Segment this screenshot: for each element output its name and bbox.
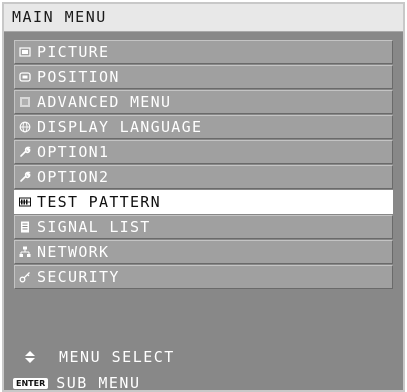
position-icon bbox=[19, 71, 31, 83]
globe-icon bbox=[19, 121, 31, 133]
sub-menu-hint: ENTER SUB MENU bbox=[13, 374, 141, 392]
advanced-menu-icon bbox=[19, 96, 31, 108]
menu-item-label: POSITION bbox=[37, 68, 120, 86]
sub-menu-label: SUB MENU bbox=[56, 374, 141, 392]
menu-item-advanced-menu[interactable]: ADVANCED MENU bbox=[14, 90, 393, 114]
menu-item-security[interactable]: SECURITY bbox=[14, 265, 393, 289]
menu-select-hint: MENU SELECT bbox=[18, 348, 175, 366]
menu-item-option1[interactable]: OPTION1 bbox=[14, 140, 393, 164]
menu-item-label: OPTION1 bbox=[37, 143, 110, 161]
signal-list-icon bbox=[19, 221, 31, 233]
menu-list: PICTURE POSITION ADVANCED MENU DISPLAY L… bbox=[14, 40, 393, 290]
menu-select-label: MENU SELECT bbox=[59, 348, 175, 366]
up-down-arrows-icon bbox=[18, 349, 42, 365]
wrench-icon bbox=[19, 171, 31, 183]
menu-item-network[interactable]: NETWORK bbox=[14, 240, 393, 264]
menu-item-label: OPTION2 bbox=[37, 168, 110, 186]
test-pattern-icon bbox=[19, 196, 31, 208]
menu-item-label: PICTURE bbox=[37, 43, 110, 61]
menu-item-label: SECURITY bbox=[37, 268, 120, 286]
menu-title: MAIN MENU bbox=[12, 8, 107, 26]
main-menu-panel: MAIN MENU PICTURE POSITION ADVANCED MENU… bbox=[2, 2, 405, 392]
menu-item-picture[interactable]: PICTURE bbox=[14, 40, 393, 64]
picture-icon bbox=[19, 46, 31, 58]
menu-item-label: ADVANCED MENU bbox=[37, 93, 172, 111]
menu-item-signal-list[interactable]: SIGNAL LIST bbox=[14, 215, 393, 239]
wrench-icon bbox=[19, 146, 31, 158]
menu-item-label: DISPLAY LANGUAGE bbox=[37, 118, 203, 136]
title-bar: MAIN MENU bbox=[4, 4, 403, 32]
menu-item-label: TEST PATTERN bbox=[37, 193, 161, 211]
enter-key-icon: ENTER bbox=[13, 377, 49, 389]
menu-item-label: NETWORK bbox=[37, 243, 110, 261]
key-icon bbox=[19, 271, 31, 283]
menu-item-test-pattern[interactable]: TEST PATTERN bbox=[14, 190, 393, 214]
network-icon bbox=[19, 246, 31, 258]
menu-item-label: SIGNAL LIST bbox=[37, 218, 151, 236]
menu-item-option2[interactable]: OPTION2 bbox=[14, 165, 393, 189]
menu-item-position[interactable]: POSITION bbox=[14, 65, 393, 89]
menu-item-display-language[interactable]: DISPLAY LANGUAGE bbox=[14, 115, 393, 139]
